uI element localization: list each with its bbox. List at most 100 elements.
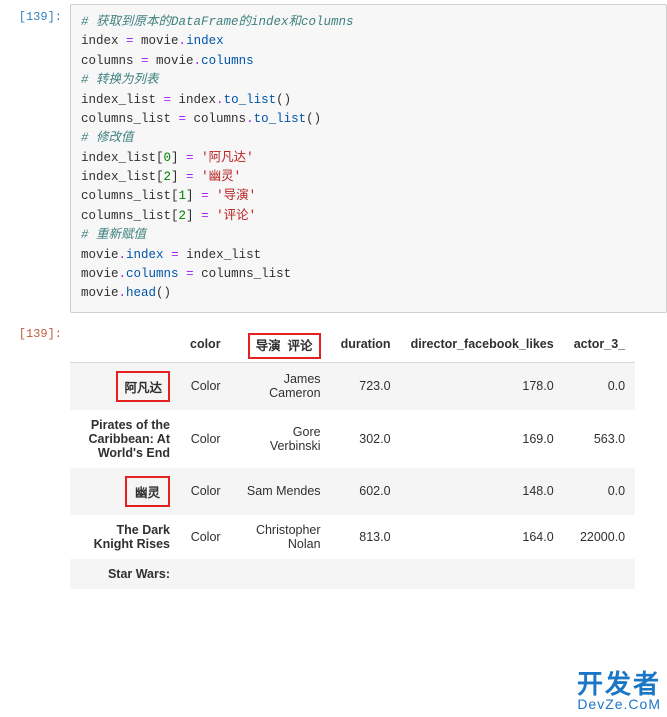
code-string: '评论': [216, 209, 256, 223]
code-token: movie: [81, 267, 119, 281]
code-token: index_list[: [81, 170, 164, 184]
code-operator: =: [141, 54, 149, 68]
cell-likes: [564, 559, 635, 589]
cell-duration: 148.0: [401, 468, 564, 515]
watermark-line2: DevZe.CoM: [577, 697, 661, 711]
code-operator: =: [201, 189, 209, 203]
input-prompt: [139]:: [0, 4, 70, 313]
code-attr: index: [186, 34, 224, 48]
code-string: '导演': [216, 189, 256, 203]
code-token: movie: [134, 34, 179, 48]
code-token: index_list[: [81, 151, 164, 165]
code-comment: # 修改值: [81, 131, 134, 145]
cell-critic: 723.0: [331, 362, 401, 410]
code-token: ]: [171, 151, 186, 165]
cell-director: Gore Verbinski: [231, 410, 331, 468]
output-area: color 导演 评论 duration director_facebook_l…: [70, 321, 667, 589]
code-attr: columns: [126, 267, 179, 281]
col-header: 导演 评论: [231, 327, 331, 363]
code-dot: .: [194, 54, 202, 68]
code-attr: head: [126, 286, 156, 300]
code-comment: # 获取到原本的DataFrame的index和columns: [81, 15, 354, 29]
watermark: 开发者 DevZe.CoM: [577, 671, 661, 711]
cell-duration: 169.0: [401, 410, 564, 468]
code-string: '阿凡达': [201, 151, 254, 165]
cell-director: [231, 559, 331, 589]
col-header-text: 导演: [256, 339, 281, 353]
code-attr: to_list: [254, 112, 307, 126]
code-token: columns_list: [81, 112, 179, 126]
cell-critic: 813.0: [331, 515, 401, 559]
table-row: 幽灵 Color Sam Mendes 602.0 148.0 0.0: [70, 468, 635, 515]
cell-color: Color: [180, 410, 231, 468]
code-operator: =: [164, 93, 172, 107]
table-row: The Dark Knight Rises Color Christopher …: [70, 515, 635, 559]
cell-color: Color: [180, 362, 231, 410]
code-comment: # 重新赋值: [81, 228, 146, 242]
cell-likes: 563.0: [564, 410, 635, 468]
watermark-line1: 开发者: [577, 671, 661, 697]
code-token: index_list: [179, 248, 262, 262]
code-token: index: [171, 93, 216, 107]
code-attr: to_list: [224, 93, 277, 107]
code-token: (): [276, 93, 291, 107]
cell-duration: [401, 559, 564, 589]
cell-critic: 602.0: [331, 468, 401, 515]
code-number: 2: [179, 209, 187, 223]
col-header: duration: [331, 327, 401, 363]
code-comment: # 转换为列表: [81, 73, 159, 87]
row-header: Star Wars:: [70, 559, 180, 589]
cell-director: Sam Mendes: [231, 468, 331, 515]
code-dot: .: [216, 93, 224, 107]
code-token: columns_list: [194, 267, 292, 281]
code-token: ]: [186, 209, 201, 223]
highlight-box: 导演 评论: [248, 333, 321, 359]
table-row: 阿凡达 Color James Cameron 723.0 178.0 0.0: [70, 362, 635, 410]
table-row: Pirates of the Caribbean: At World's End…: [70, 410, 635, 468]
code-attr: columns: [201, 54, 254, 68]
code-token: (): [306, 112, 321, 126]
output-cell: [139]: color 导演 评论 duration director_fac…: [0, 317, 667, 593]
code-token: movie: [81, 248, 119, 262]
code-token: movie: [149, 54, 194, 68]
corner-cell: [70, 327, 180, 363]
code-token: columns_list[: [81, 209, 179, 223]
highlight-box: 幽灵: [125, 476, 170, 507]
cell-duration: 178.0: [401, 362, 564, 410]
code-token: columns_list[: [81, 189, 179, 203]
cell-color: [180, 559, 231, 589]
code-operator: =: [201, 209, 209, 223]
cell-critic: 302.0: [331, 410, 401, 468]
code-attr: index: [126, 248, 164, 262]
table-header-row: color 导演 评论 duration director_facebook_l…: [70, 327, 635, 363]
code-number: 2: [164, 170, 172, 184]
code-token: movie: [81, 286, 119, 300]
code-dot: .: [119, 286, 127, 300]
col-header: actor_3_: [564, 327, 635, 363]
code-dot: .: [119, 248, 127, 262]
code-token: index: [81, 34, 126, 48]
cell-duration: 164.0: [401, 515, 564, 559]
code-operator: =: [126, 34, 134, 48]
code-dot: .: [179, 34, 187, 48]
cell-director: James Cameron: [231, 362, 331, 410]
highlight-box: 阿凡达: [116, 371, 170, 402]
code-block[interactable]: # 获取到原本的DataFrame的index和columns index = …: [70, 4, 667, 313]
table-row: Star Wars:: [70, 559, 635, 589]
code-dot: .: [246, 112, 254, 126]
cell-likes: 22000.0: [564, 515, 635, 559]
code-number: 0: [164, 151, 172, 165]
cell-critic: [331, 559, 401, 589]
code-operator: =: [186, 267, 194, 281]
code-string: '幽灵': [201, 170, 241, 184]
code-number: 1: [179, 189, 187, 203]
cell-likes: 0.0: [564, 468, 635, 515]
col-header-text: 评论: [288, 339, 313, 353]
code-token: ]: [171, 170, 186, 184]
code-dot: .: [119, 267, 127, 281]
dataframe-table: color 导演 评论 duration director_facebook_l…: [70, 327, 635, 589]
row-header: 幽灵: [70, 468, 180, 515]
row-header: Pirates of the Caribbean: At World's End: [70, 410, 180, 468]
code-token: columns: [81, 54, 141, 68]
code-token: ]: [186, 189, 201, 203]
